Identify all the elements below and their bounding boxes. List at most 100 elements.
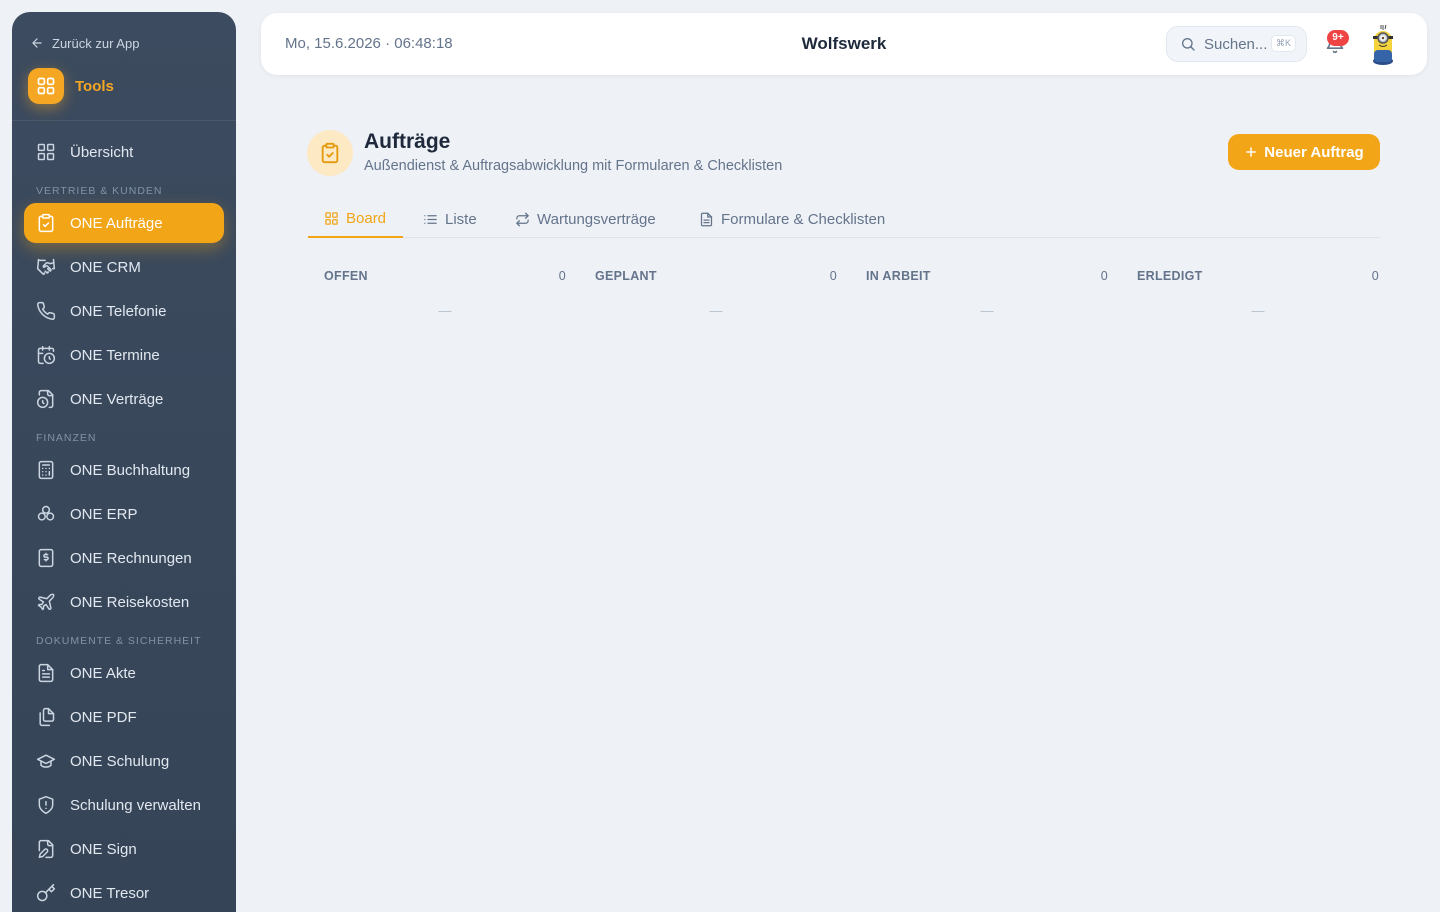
sidebar-item-label: ONE Termine xyxy=(70,346,160,364)
user-avatar[interactable] xyxy=(1369,23,1397,65)
board-column-in-arbeit: IN ARBEIT 0 — xyxy=(866,266,1108,318)
receipt-dollar-icon xyxy=(38,548,54,568)
sidebar-item-label: ONE Telefonie xyxy=(70,302,167,320)
sidebar-item-one-erp[interactable]: ONE ERP xyxy=(24,494,224,534)
tab-board[interactable]: Board xyxy=(308,200,403,238)
sidebar-item-übersicht[interactable]: Übersicht xyxy=(24,132,224,172)
sidebar-item-label: ONE Verträge xyxy=(70,390,164,408)
key-icon xyxy=(36,883,56,902)
tools-label: Tools xyxy=(75,77,114,95)
phone-icon xyxy=(37,301,56,320)
grid-icon xyxy=(325,211,338,225)
search-input[interactable]: Suchen... ⌘K xyxy=(1166,26,1307,62)
handshake-icon xyxy=(36,258,56,275)
sidebar-item-one-aufträge[interactable]: ONE Aufträge xyxy=(24,203,224,243)
column-title: OFFEN xyxy=(324,269,368,283)
tab-board-label: Board xyxy=(346,209,387,227)
tab-wartungsvertraege[interactable]: Wartungsverträge xyxy=(515,200,656,238)
list-icon xyxy=(424,214,437,224)
sidebar-item-label: ONE ERP xyxy=(70,505,138,523)
sidebar-item-schulung-verwalten[interactable]: Schulung verwalten xyxy=(24,785,224,825)
new-order-button[interactable]: Neuer Auftrag xyxy=(1228,134,1380,170)
view-tabs: Board Liste Wartungsverträge Formulare &… xyxy=(308,200,1380,238)
sidebar-item-one-termine[interactable]: ONE Termine xyxy=(24,335,224,375)
sidebar-item-one-rechnungen[interactable]: ONE Rechnungen xyxy=(24,538,224,578)
sidebar-item-label: Schulung verwalten xyxy=(70,796,201,814)
files-icon xyxy=(39,707,55,727)
column-empty-placeholder: — xyxy=(709,303,723,318)
tab-formulare[interactable]: Formulare & Checklisten xyxy=(699,200,885,238)
repeat-icon xyxy=(516,212,529,226)
sidebar-item-one-verträge[interactable]: ONE Verträge xyxy=(24,379,224,419)
new-order-label: Neuer Auftrag xyxy=(1264,143,1364,161)
search-placeholder: Suchen... xyxy=(1204,35,1268,53)
sidebar-item-one-crm[interactable]: ONE CRM xyxy=(24,247,224,287)
sidebar-item-label: ONE Tresor xyxy=(70,884,150,902)
sidebar-item-label: ONE PDF xyxy=(70,708,137,726)
board-column-offen: OFFEN 0 — xyxy=(324,266,566,318)
tab-liste-label: Liste xyxy=(445,210,477,228)
sidebar-item-one-tresor[interactable]: ONE Tresor xyxy=(24,873,224,912)
column-count: 0 xyxy=(829,269,837,283)
tools-home[interactable]: Tools xyxy=(28,68,114,104)
search-shortcut: ⌘K xyxy=(1270,35,1296,52)
back-to-app-link[interactable]: Zurück zur App xyxy=(30,34,139,52)
sidebar-item-one-telefonie[interactable]: ONE Telefonie xyxy=(24,291,224,331)
sidebar-item-label: ONE Buchhaltung xyxy=(70,461,191,479)
notification-badge: 9+ xyxy=(1327,30,1349,46)
current-datetime: Mo, 15.6.2026 · 06:48:18 xyxy=(285,35,453,52)
tab-formulare-label: Formulare & Checklisten xyxy=(721,210,886,228)
sidebar-item-label: ONE Akte xyxy=(70,664,136,682)
column-title: IN ARBEIT xyxy=(866,269,931,283)
search-icon xyxy=(1182,38,1195,51)
file-clock-icon xyxy=(36,389,54,409)
sidebar-divider xyxy=(12,120,236,121)
sidebar-item-one-reisekosten[interactable]: ONE Reisekosten xyxy=(24,582,224,622)
page-title: Aufträge xyxy=(364,130,451,153)
plane-icon xyxy=(37,593,55,611)
column-count: 0 xyxy=(1100,269,1108,283)
tab-wartungsvertraege-label: Wartungsverträge xyxy=(537,210,656,228)
sidebar-item-one-pdf[interactable]: ONE PDF xyxy=(24,697,224,737)
sidebar-item-label: ONE CRM xyxy=(70,258,141,276)
shield-icon xyxy=(38,795,54,815)
graduation-cap-icon xyxy=(36,754,56,768)
sidebar-nav: Übersicht VERTRIEB & KUNDEN ONE Aufträge ON… xyxy=(24,132,224,912)
column-empty-placeholder: — xyxy=(1251,303,1265,318)
file-pen-icon xyxy=(38,839,54,859)
sidebar-item-one-akte[interactable]: ONE Akte xyxy=(24,653,224,693)
sidebar-item-one-sign[interactable]: ONE Sign xyxy=(24,829,224,869)
sidebar-item-label: ONE Rechnungen xyxy=(70,549,192,567)
sidebar-item-one-schulung[interactable]: ONE Schulung xyxy=(24,741,224,781)
sidebar-item-label: ONE Aufträge xyxy=(70,214,163,232)
grid-icon xyxy=(37,143,55,161)
column-count: 0 xyxy=(558,269,566,283)
page-subtitle: Außendienst & Auftragsabwicklung mit For… xyxy=(364,158,783,174)
sidebar-item-one-buchhaltung[interactable]: ONE Buchhaltung xyxy=(24,450,224,490)
arrow-left-icon xyxy=(32,38,42,48)
sidebar-item-label: Übersicht xyxy=(70,143,134,161)
tab-liste[interactable]: Liste xyxy=(423,200,477,238)
boxes-icon xyxy=(37,505,55,521)
nav-section-heading: DOKUMENTE & SICHERHEIT xyxy=(36,635,202,647)
calendar-clock-icon xyxy=(37,345,56,365)
column-title: ERLEDIGT xyxy=(1137,269,1203,283)
board-column-erledigt: ERLEDIGT 0 — xyxy=(1137,266,1379,318)
file-text-icon xyxy=(38,663,54,683)
column-empty-placeholder: — xyxy=(438,303,452,318)
topbar: Mo, 15.6.2026 · 06:48:18 Wolfswerk Suche… xyxy=(261,13,1427,75)
column-title: GEPLANT xyxy=(595,269,657,283)
tools-grid-icon xyxy=(28,68,64,104)
file-text-icon xyxy=(700,212,713,226)
column-empty-placeholder: — xyxy=(980,303,994,318)
calculator-icon xyxy=(38,460,54,480)
back-to-app-label: Zurück zur App xyxy=(52,35,140,51)
nav-section-heading: VERTRIEB & KUNDEN xyxy=(36,185,163,197)
sidebar-item-label: ONE Reisekosten xyxy=(70,593,190,611)
nav-section-heading: FINANZEN xyxy=(36,432,97,444)
column-count: 0 xyxy=(1371,269,1379,283)
sidebar-item-label: ONE Sign xyxy=(70,840,137,858)
clipboard-check-icon xyxy=(38,213,54,233)
clipboard-check-icon xyxy=(307,130,353,176)
sidebar: Zurück zur App Tools Übersicht VERTRIEB &… xyxy=(12,12,236,912)
